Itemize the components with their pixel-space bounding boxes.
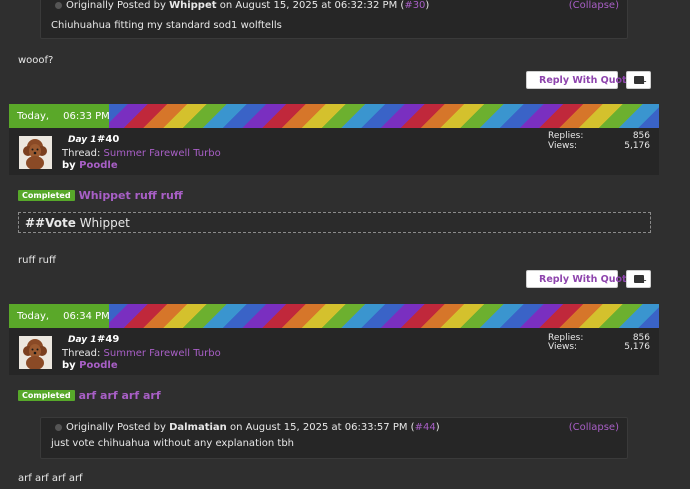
thread-label: Thread:	[62, 148, 101, 159]
quote-date: on August 15, 2025 at 06:32:32 PM	[219, 0, 398, 11]
post-message: wooof?	[18, 55, 54, 66]
quote-author: Dalmatian	[169, 422, 227, 433]
quote-ref-link[interactable]: #44	[415, 422, 436, 433]
multi-quote-plus: +	[640, 276, 647, 285]
quote-icon	[55, 1, 62, 9]
quote-author: Whippet	[169, 0, 217, 11]
post-title-row: Completed Whippet ruff ruff	[18, 189, 183, 202]
vote-box: ##Vote Whippet	[18, 212, 651, 233]
post-header: Day 1 #49 Thread: Summer Farewell Turbo …	[9, 328, 659, 375]
reply-with-quote-button[interactable]: Reply With Quote	[526, 71, 633, 89]
date-time: 06:33 PM	[63, 110, 110, 122]
author-link[interactable]: Poodle	[79, 360, 117, 371]
status-badge: Completed	[18, 390, 75, 401]
post-date-bar: Today, 06:33 PM	[9, 104, 659, 128]
post-header: Day 1 #40 Thread: Summer Farewell Turbo …	[9, 128, 659, 175]
vote-target: Whippet	[79, 216, 130, 230]
quote-prefix: Originally Posted by	[66, 422, 166, 433]
avatar[interactable]	[19, 336, 52, 369]
multi-quote-plus: +	[640, 77, 647, 86]
vote-tag: ##Vote	[25, 216, 76, 230]
by-label: by	[62, 160, 76, 171]
views-label: Views:	[548, 342, 578, 352]
day-label: Day 1	[68, 335, 97, 345]
collapse-link[interactable]: (Collapse)	[569, 422, 619, 433]
views-label: Views:	[548, 141, 578, 151]
quote-block-top: Originally Posted by Whippet on August 1…	[40, 0, 628, 39]
quote-header: Originally Posted by Whippet on August 1…	[55, 0, 429, 11]
post-date-bar: Today, 06:34 PM	[9, 304, 659, 328]
quote-body: Chiuhuahua fitting my standard sod1 wolf…	[51, 20, 282, 31]
reply-with-quote-label: Reply With Quote	[539, 273, 634, 285]
byline: by Poodle	[62, 160, 118, 171]
multi-quote-button[interactable]: +	[626, 270, 651, 288]
author-link[interactable]: Poodle	[79, 160, 117, 171]
quote-prefix: Originally Posted by	[66, 0, 166, 11]
reply-with-quote-button[interactable]: Reply With Quote	[526, 270, 633, 288]
replies-value: 856	[632, 131, 650, 141]
quote-date: on August 15, 2025 at 06:33:57 PM	[229, 422, 408, 433]
quote-block: Originally Posted by Dalmatian on August…	[40, 417, 628, 459]
replies-label: Replies:	[548, 131, 584, 141]
quote-ref-link[interactable]: #30	[404, 0, 425, 11]
quote-ref-close: )	[435, 422, 440, 433]
multi-quote-button[interactable]: +	[626, 71, 651, 89]
poodle-avatar-image	[19, 136, 52, 169]
avatar[interactable]	[19, 136, 52, 169]
post-number[interactable]: #49	[97, 334, 119, 345]
thread-label: Thread:	[62, 348, 101, 359]
post-title: arf arf arf arf	[78, 389, 161, 402]
status-badge: Completed	[18, 190, 75, 201]
post-title-row: Completed arf arf arf arf	[18, 389, 161, 402]
by-label: by	[62, 360, 76, 371]
thread-line: Thread: Summer Farewell Turbo	[62, 348, 221, 359]
thread-link[interactable]: Summer Farewell Turbo	[104, 348, 221, 359]
collapse-link[interactable]: (Collapse)	[569, 0, 619, 11]
quote-ref-close: )	[425, 0, 430, 11]
post-message: arf arf arf arf	[18, 473, 83, 484]
quote-icon	[55, 423, 62, 431]
reply-with-quote-label: Reply With Quote	[539, 74, 634, 86]
byline: by Poodle	[62, 360, 118, 371]
views-value: 5,176	[624, 342, 650, 352]
views-value: 5,176	[624, 141, 650, 151]
date-day: Today,	[17, 110, 50, 122]
quote-header: Originally Posted by Dalmatian on August…	[55, 422, 440, 433]
date-time: 06:34 PM	[63, 310, 110, 322]
quote-body: just vote chihuahua without any explanat…	[51, 438, 295, 449]
poodle-avatar-image	[19, 336, 52, 369]
thread-line: Thread: Summer Farewell Turbo	[62, 148, 221, 159]
date-day: Today,	[17, 310, 50, 322]
thread-link[interactable]: Summer Farewell Turbo	[104, 148, 221, 159]
post-number[interactable]: #40	[97, 134, 119, 145]
day-label: Day 1	[68, 135, 97, 145]
post-title: Whippet ruff ruff	[78, 189, 183, 202]
post-message: ruff ruff	[18, 255, 56, 266]
